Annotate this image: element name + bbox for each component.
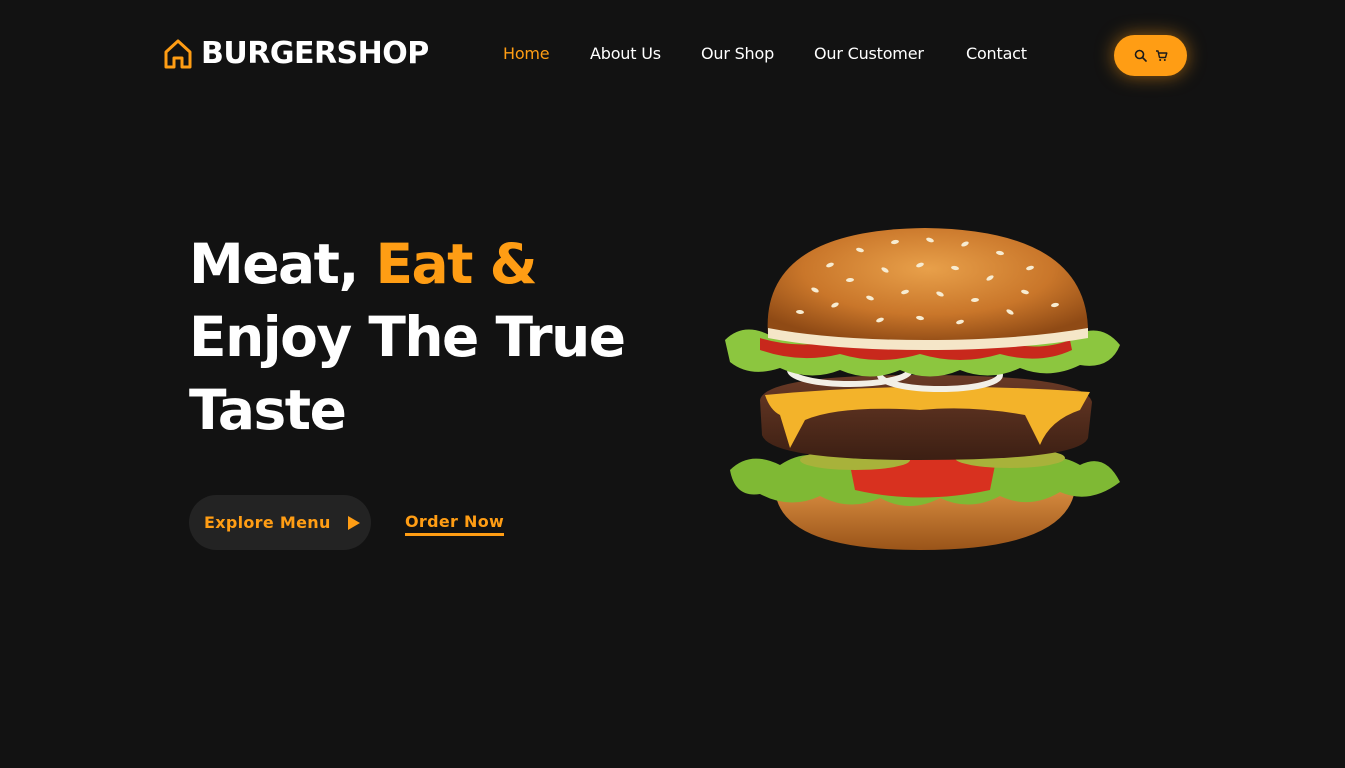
- nav-contact[interactable]: Contact: [966, 44, 1027, 63]
- nav-home[interactable]: Home: [503, 44, 550, 63]
- brand-name: BURGERSHOP: [201, 36, 429, 71]
- home-icon: [164, 39, 192, 68]
- order-now-link[interactable]: Order Now: [405, 512, 505, 536]
- nav-about-us[interactable]: About Us: [590, 44, 661, 63]
- play-icon: [347, 515, 360, 530]
- explore-menu-button[interactable]: Explore Menu: [189, 495, 371, 550]
- hero-title: Meat, Eat & Enjoy The True Taste: [189, 228, 649, 447]
- search-icon[interactable]: [1134, 49, 1147, 62]
- search-cart-pill[interactable]: [1114, 35, 1187, 76]
- hero-title-part1: Meat,: [189, 232, 376, 296]
- explore-menu-label: Explore Menu: [204, 513, 331, 532]
- cart-icon[interactable]: [1155, 49, 1168, 62]
- hero-title-accent: Eat &: [375, 232, 537, 296]
- nav-our-shop[interactable]: Our Shop: [701, 44, 774, 63]
- hero-title-line2: Enjoy The True: [189, 305, 626, 369]
- nav-our-customer[interactable]: Our Customer: [814, 44, 924, 63]
- burger-image: [725, 228, 1120, 550]
- hero-title-line3: Taste: [189, 378, 347, 442]
- brand-logo[interactable]: BURGERSHOP: [163, 36, 429, 71]
